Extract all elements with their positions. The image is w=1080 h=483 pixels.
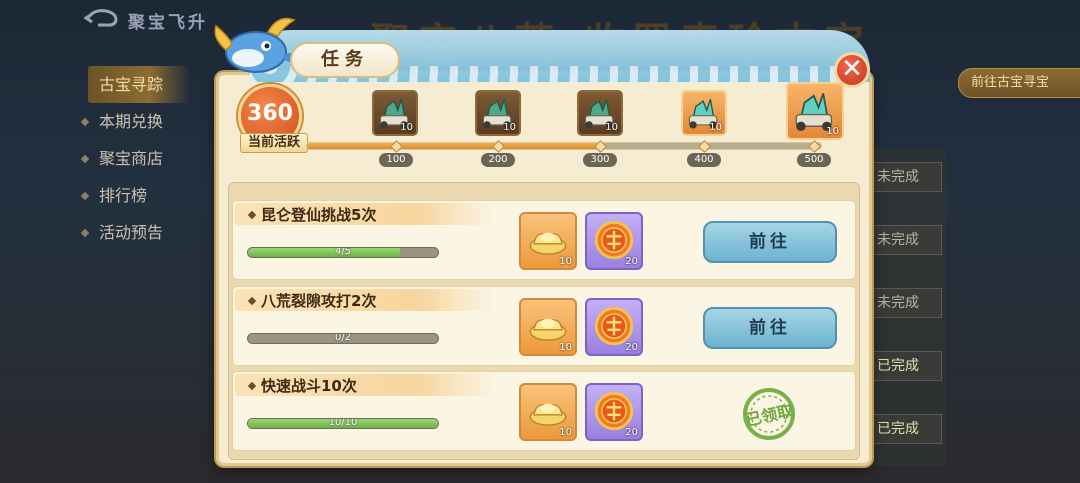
task-progress-bar: 0/2 bbox=[247, 333, 439, 344]
chest-count: 10 bbox=[400, 122, 413, 133]
activity-progress-track bbox=[306, 142, 822, 150]
reward-item[interactable]: 10 bbox=[519, 212, 577, 270]
activity-value: 360 bbox=[247, 101, 293, 126]
task-title: 八荒裂隙攻打2次 bbox=[261, 292, 377, 310]
status-badge: 未完成 bbox=[868, 225, 942, 255]
milestone-label: 300 bbox=[583, 153, 617, 167]
sidebar-item-gubao-xunzong[interactable]: 古宝寻踪 bbox=[88, 66, 190, 103]
task-row: 昆仑登仙挑战5次 4/5 10 20 前往 bbox=[232, 200, 856, 280]
task-row: 快速战斗10次 10/10 10 20 已领取 bbox=[232, 371, 856, 451]
reward-count: 10 bbox=[559, 256, 572, 267]
claimed-stamp: 已领取 bbox=[733, 384, 805, 444]
chest-count: 10 bbox=[605, 122, 618, 133]
task-title: 快速战斗10次 bbox=[261, 377, 357, 395]
reward-count: 10 bbox=[559, 427, 572, 438]
chest-count: 10 bbox=[826, 126, 839, 137]
activity-label: 当前活跃 bbox=[240, 133, 308, 153]
status-badge: 未完成 bbox=[868, 288, 942, 318]
reward-count: 20 bbox=[625, 342, 638, 353]
task-progress-text: 10/10 bbox=[328, 418, 358, 428]
status-badge: 未完成 bbox=[868, 162, 942, 192]
reward-item[interactable]: 20 bbox=[585, 212, 643, 270]
milestone-chest-100[interactable]: 10 bbox=[372, 90, 418, 136]
sidebar-item-jubao-shop[interactable]: 聚宝商店 bbox=[80, 140, 190, 177]
milestone-chest-400[interactable]: 10 bbox=[681, 90, 727, 136]
task-progress-text: 0/2 bbox=[334, 333, 352, 343]
task-progress-bar: 4/5 bbox=[247, 247, 439, 258]
milestone-label: 500 bbox=[797, 153, 831, 167]
milestone-chest-300[interactable]: 10 bbox=[577, 90, 623, 136]
go-button[interactable]: 前往 bbox=[703, 307, 837, 349]
app-title: 聚宝飞升 bbox=[128, 13, 208, 33]
reward-item[interactable]: 10 bbox=[519, 383, 577, 441]
sidebar-item-preview[interactable]: 活动预告 bbox=[80, 214, 190, 251]
reward-count: 20 bbox=[625, 256, 638, 267]
goto-treasure-button[interactable]: 前往古宝寻宝 bbox=[958, 68, 1080, 98]
reward-item[interactable]: 20 bbox=[585, 383, 643, 441]
modal-title: 任务 bbox=[290, 42, 400, 78]
chest-count: 10 bbox=[709, 122, 722, 133]
reward-count: 10 bbox=[559, 342, 572, 353]
milestone-label: 100 bbox=[379, 153, 413, 167]
reward-item[interactable]: 20 bbox=[585, 298, 643, 356]
milestone-chest-500[interactable]: 10 bbox=[786, 82, 844, 140]
sidebar-item-ranking[interactable]: 排行榜 bbox=[80, 177, 190, 214]
status-badge: 已完成 bbox=[868, 414, 942, 444]
activity-progress-fill bbox=[307, 143, 600, 149]
sidebar-item-benqi-duihuan[interactable]: 本期兑换 bbox=[80, 103, 190, 140]
status-badge: 已完成 bbox=[868, 351, 942, 381]
back-arrow-icon[interactable] bbox=[84, 6, 120, 30]
task-title: 昆仑登仙挑战5次 bbox=[261, 206, 377, 224]
milestone-chest-200[interactable]: 10 bbox=[475, 90, 521, 136]
task-progress-bar: 10/10 bbox=[247, 418, 439, 429]
task-row: 八荒裂隙攻打2次 0/2 10 20 前往 bbox=[232, 286, 856, 366]
sidebar-nav: 古宝寻踪 本期兑换 聚宝商店 排行榜 活动预告 bbox=[80, 66, 190, 251]
milestone-label: 200 bbox=[481, 153, 515, 167]
milestone-label: 400 bbox=[687, 153, 721, 167]
chest-count: 10 bbox=[503, 122, 516, 133]
reward-item[interactable]: 10 bbox=[519, 298, 577, 356]
task-progress-text: 4/5 bbox=[334, 247, 352, 257]
go-button[interactable]: 前往 bbox=[703, 221, 837, 263]
reward-count: 20 bbox=[625, 427, 638, 438]
